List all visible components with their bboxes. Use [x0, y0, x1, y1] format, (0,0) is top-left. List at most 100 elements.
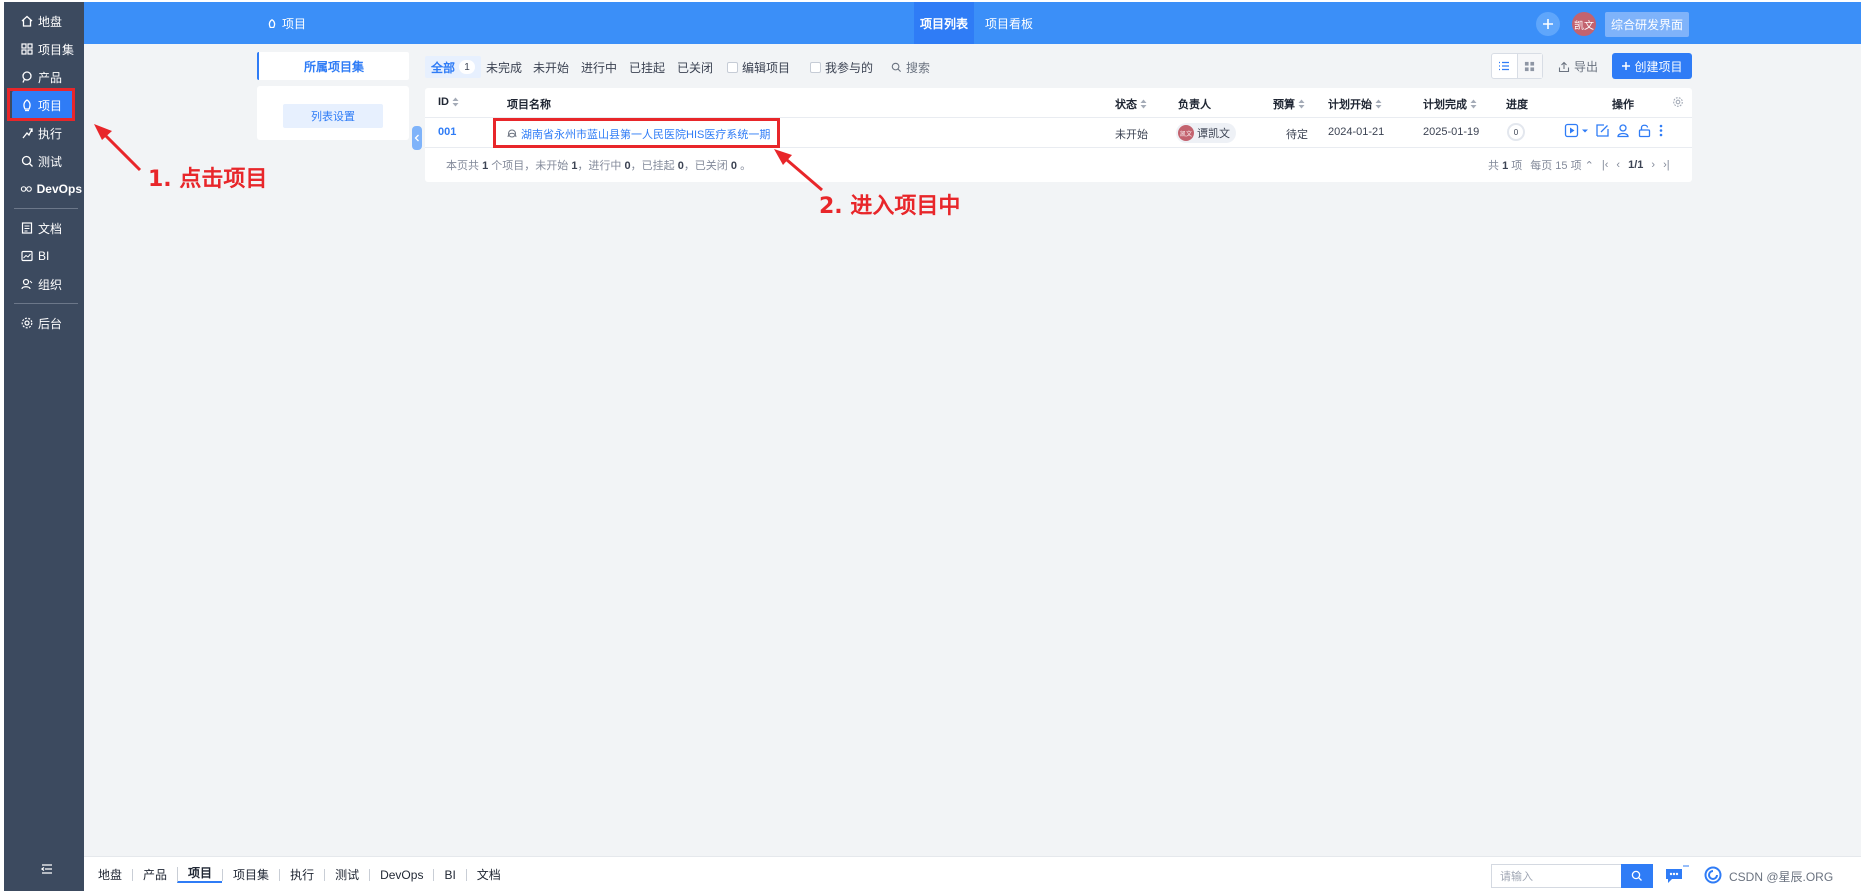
filter-closed[interactable]: 已关闭 — [677, 56, 713, 78]
column-header-name[interactable]: 项目名称 — [507, 96, 551, 112]
mine-checkbox[interactable]: 我参与的 — [810, 56, 873, 78]
sort-icon — [1470, 99, 1477, 109]
sidebar-item-label: 测试 — [38, 154, 63, 169]
filter-doing[interactable]: 进行中 — [581, 56, 617, 78]
gear-icon — [1673, 97, 1683, 107]
bottom-nav-test[interactable]: 测试 — [324, 869, 369, 881]
sidebar-item-program[interactable]: 项目集 — [12, 35, 82, 63]
bottom-nav-execution[interactable]: 执行 — [279, 869, 324, 881]
search-toggle[interactable]: 搜索 — [891, 56, 930, 78]
sidebar-item-devops[interactable]: DevOps — [12, 175, 82, 203]
run-icon — [22, 128, 33, 139]
team-icon[interactable] — [1616, 123, 1631, 138]
per-page-select[interactable]: 每页 15 项 ⌃ — [1530, 157, 1594, 173]
step2-highlight-box — [493, 118, 780, 148]
bottom-nav-doc[interactable]: 文档 — [465, 869, 511, 881]
bottom-nav-home[interactable]: 地盘 — [98, 869, 132, 881]
annotation-step2: 2. 进入项目中 — [819, 194, 961, 219]
bottom-search-button[interactable] — [1621, 864, 1653, 888]
start-icon[interactable] — [1564, 123, 1579, 138]
menu-collapse-icon — [40, 864, 52, 874]
last-page-icon[interactable]: ›| — [1663, 159, 1670, 171]
next-page-icon[interactable]: › — [1651, 159, 1655, 171]
column-header-plan-start[interactable]: 计划开始 — [1328, 96, 1382, 112]
sidebar-divider — [14, 208, 78, 209]
filter-wait[interactable]: 未开始 — [533, 56, 569, 78]
sidebar-item-label: 后台 — [38, 316, 63, 331]
export-button[interactable]: 导出 — [1558, 58, 1598, 75]
project-id[interactable]: 001 — [438, 126, 456, 138]
side-tab-program[interactable]: 所属项目集 — [257, 52, 409, 80]
sidebar-item-org[interactable]: 组织 — [12, 270, 82, 298]
user-avatar[interactable]: 凯文 — [1572, 12, 1596, 36]
column-header-progress[interactable]: 进度 — [1506, 96, 1528, 112]
list-icon — [1499, 61, 1510, 71]
plan-start-date: 2024-01-21 — [1328, 126, 1385, 138]
sidebar-item-label: 项目集 — [38, 42, 75, 57]
sidebar-item-doc[interactable]: 文档 — [12, 214, 82, 242]
sidebar-item-bi[interactable]: BI — [12, 242, 82, 270]
infinity-icon — [20, 186, 32, 192]
owner-chip: 凯文 谭凯文 — [1176, 123, 1236, 143]
edit-project-checkbox[interactable]: 编辑项目 — [727, 56, 790, 78]
column-settings-button[interactable] — [1672, 96, 1684, 108]
side-panel-card: 列表设置 — [257, 86, 409, 140]
view-toggle[interactable] — [1491, 53, 1543, 79]
dev-interface-button[interactable]: 综合研发界面 — [1605, 12, 1689, 37]
owner-chip[interactable]: 凯文 谭凯文 — [1176, 123, 1236, 143]
create-project-button[interactable]: 创建项目 — [1612, 53, 1692, 79]
sidebar: 地盘 项目集 产品 项目 执行 测试 DevOps 文档 BI 组织 后台 — [4, 2, 84, 891]
bottom-nav-product[interactable]: 产品 — [132, 869, 177, 881]
filter-all[interactable]: 全部 1 — [425, 56, 482, 78]
project-icon — [268, 18, 276, 28]
plan-end-date: 2025-01-19 — [1423, 126, 1480, 138]
column-header-owner[interactable]: 负责人 — [1178, 96, 1211, 112]
filter-undone[interactable]: 未完成 — [486, 56, 522, 78]
step1-highlight-box — [7, 88, 75, 121]
side-panel-toggle[interactable] — [412, 126, 422, 150]
first-page-icon[interactable]: |‹ — [1602, 159, 1609, 171]
sidebar-item-execution[interactable]: 执行 — [12, 119, 82, 147]
column-header-id[interactable]: ID — [438, 96, 459, 108]
edit-icon[interactable] — [1595, 123, 1610, 138]
checkbox[interactable] — [727, 61, 738, 73]
tab-project-kanban[interactable]: 项目看板 — [979, 2, 1039, 44]
sidebar-item-label: 文档 — [38, 221, 63, 236]
checkbox[interactable] — [810, 61, 821, 73]
column-header-budget[interactable]: 预算 — [1273, 96, 1305, 112]
bottom-nav-bi[interactable]: BI — [433, 869, 465, 881]
bottom-nav-project[interactable]: 项目 — [177, 867, 223, 883]
filter-suspended[interactable]: 已挂起 — [629, 56, 665, 78]
sidebar-item-label: 产品 — [38, 70, 63, 85]
quick-add-button[interactable] — [1536, 12, 1560, 36]
prev-page-icon[interactable]: ‹ — [1616, 159, 1620, 171]
lock-icon[interactable] — [1637, 123, 1652, 138]
tab-project-list[interactable]: 项目列表 — [914, 2, 974, 44]
more-icon[interactable] — [1658, 123, 1664, 138]
sidebar-item-label: 执行 — [38, 126, 63, 141]
column-header-status[interactable]: 状态 — [1115, 96, 1147, 112]
ai-chat-button[interactable] — [1664, 865, 1690, 885]
sidebar-collapse-button[interactable] — [40, 862, 54, 876]
list-settings-button[interactable]: 列表设置 — [283, 104, 383, 128]
bottom-nav: 地盘 产品 项目 项目集 执行 测试 DevOps BI 文档 — [98, 867, 511, 883]
chart-icon — [21, 250, 33, 262]
progress-indicator: 0 — [1507, 123, 1525, 141]
sidebar-item-test[interactable]: 测试 — [12, 147, 82, 175]
annotation-step1: 1. 点击项目 — [148, 167, 268, 192]
bottom-search-input[interactable]: 请输入 — [1491, 864, 1621, 888]
top-header: 项目 项目列表 项目看板 凯文 综合研发界面 — [84, 2, 1861, 44]
list-view-button[interactable] — [1492, 54, 1517, 78]
sidebar-item-product[interactable]: 产品 — [12, 63, 82, 91]
bottom-nav-program[interactable]: 项目集 — [222, 869, 279, 881]
watermark-text: CSDN @星辰.ORG — [1729, 870, 1834, 884]
bottom-nav-devops[interactable]: DevOps — [369, 869, 433, 881]
chevron-down-icon[interactable] — [1581, 127, 1589, 135]
export-icon — [1558, 61, 1570, 72]
sidebar-item-home[interactable]: 地盘 — [12, 7, 82, 35]
brand-logo — [1704, 866, 1722, 884]
column-header-plan-end[interactable]: 计划完成 — [1423, 96, 1477, 112]
card-view-button[interactable] — [1516, 54, 1542, 78]
sidebar-item-admin[interactable]: 后台 — [12, 309, 82, 337]
grid-icon — [1525, 61, 1535, 71]
